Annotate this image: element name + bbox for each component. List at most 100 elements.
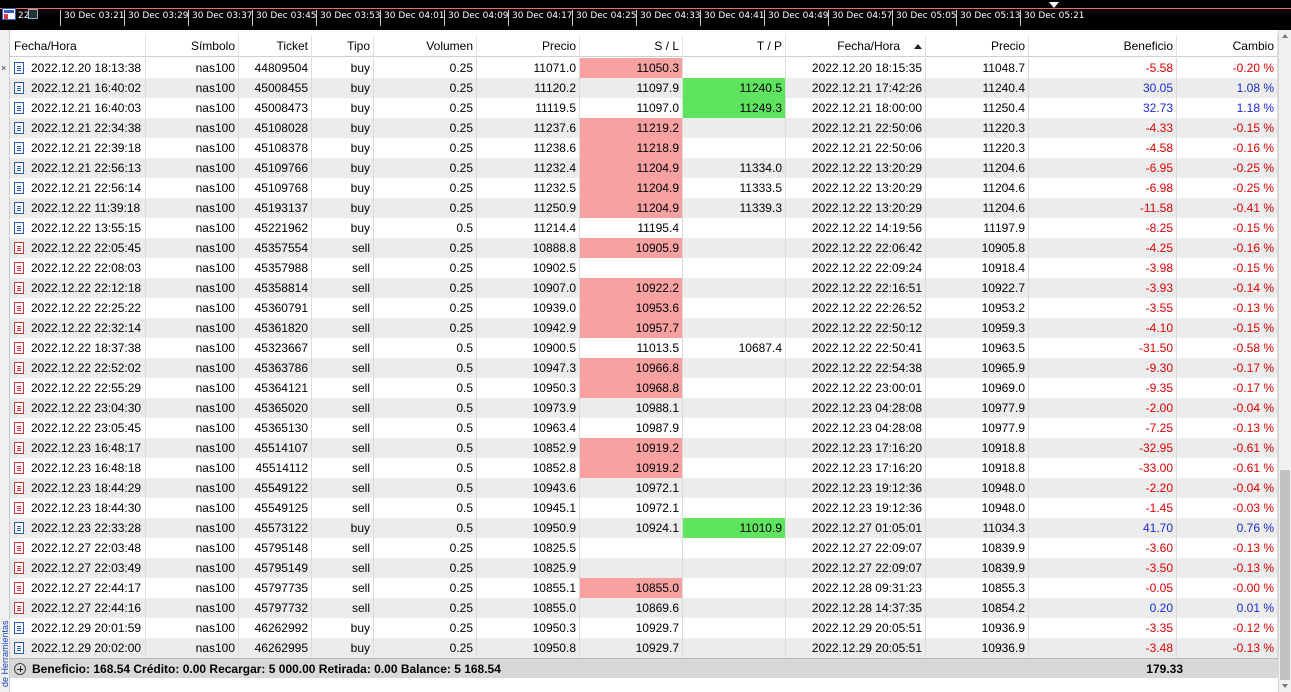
cell-volume: 0.5: [374, 478, 477, 498]
cell-open-price: 11214.4: [477, 218, 580, 238]
cell-profit: -3.55: [1029, 298, 1177, 318]
summary-total-profit: 179.33: [1146, 661, 1183, 676]
cell-close-price: 11250.4: [926, 98, 1029, 118]
open-time-text: 2022.12.21 22:34:38: [31, 121, 142, 135]
table-row[interactable]: 2022.12.20 18:13:38 nas100 44809504 buy 0.25…: [10, 58, 1278, 78]
column-header-type[interactable]: Tipo: [312, 35, 374, 56]
table-row[interactable]: 2022.12.29 20:02:00 nas100 46262995 buy 0.25…: [10, 638, 1278, 658]
table-row[interactable]: 2022.12.27 22:03:49 nas100 45795149 sell 0.2…: [10, 558, 1278, 578]
column-header-open-time[interactable]: Fecha/Hora: [10, 35, 146, 56]
cell-close-price: 10977.9: [926, 418, 1029, 438]
chart-shift-marker-icon[interactable]: [1049, 2, 1059, 8]
cell-volume: 0.5: [374, 418, 477, 438]
cell-profit: -33.00: [1029, 458, 1177, 478]
column-header-close-price[interactable]: Precio: [926, 35, 1029, 56]
cell-type: sell: [312, 278, 374, 298]
table-row[interactable]: 2022.12.22 22:52:02 nas100 45363786 sell 0.5…: [10, 358, 1278, 378]
column-header-change[interactable]: Cambio: [1177, 35, 1278, 56]
cell-open-time: 2022.12.21 16:40:02: [10, 78, 146, 98]
order-document-icon: [14, 542, 24, 554]
table-row[interactable]: 2022.12.23 22:33:28 nas100 45573122 buy 0.5 1…: [10, 518, 1278, 538]
open-time-text: 2022.12.27 22:44:17: [31, 581, 142, 595]
cell-close-time: 2022.12.22 22:54:38: [786, 358, 926, 378]
cell-close-time: 2022.12.22 22:06:42: [786, 238, 926, 258]
table-row[interactable]: 2022.12.27 22:44:16 nas100 45797732 sell 0.2…: [10, 598, 1278, 618]
cell-ticket: 45358814: [239, 278, 312, 298]
table-row[interactable]: 2022.12.23 18:44:30 nas100 45549125 sell 0.5…: [10, 498, 1278, 518]
scroll-down-arrow-icon[interactable]: [1282, 684, 1288, 688]
expand-plus-icon[interactable]: [14, 662, 26, 675]
table-row[interactable]: 2022.12.22 22:32:14 nas100 45361820 sell 0.2…: [10, 318, 1278, 338]
toolbox-side-tab[interactable]: × de Herramientas: [0, 30, 10, 692]
cell-close-price: 10839.9: [926, 538, 1029, 558]
cell-open-price: 10900.5: [477, 338, 580, 358]
cell-open-price: 10852.8: [477, 458, 580, 478]
table-row[interactable]: 2022.12.23 18:44:29 nas100 45549122 sell 0.5…: [10, 478, 1278, 498]
open-time-text: 2022.12.22 22:52:02: [31, 361, 142, 375]
close-icon[interactable]: ×: [1, 64, 6, 73]
table-row[interactable]: 2022.12.22 22:25:22 nas100 45360791 sell 0.2…: [10, 298, 1278, 318]
cell-close-time: 2022.12.27 22:09:07: [786, 538, 926, 558]
table-row[interactable]: 2022.12.21 16:40:03 nas100 45008473 buy 0.25…: [10, 98, 1278, 118]
open-time-text: 2022.12.22 11:39:18: [31, 201, 141, 215]
cell-type: sell: [312, 598, 374, 618]
table-row[interactable]: 2022.12.21 22:56:14 nas100 45109768 buy 0.25…: [10, 178, 1278, 198]
table-row[interactable]: 2022.12.22 23:05:45 nas100 45365130 sell 0.5…: [10, 418, 1278, 438]
cell-type: buy: [312, 518, 374, 538]
table-row[interactable]: 2022.12.21 22:34:38 nas100 45108028 buy 0.25…: [10, 118, 1278, 138]
table-row[interactable]: 2022.12.23 16:48:18 nas100 45514112 sell 0.5…: [10, 458, 1278, 478]
table-row[interactable]: 2022.12.27 22:44:17 nas100 45797735 sell 0.2…: [10, 578, 1278, 598]
scrollbar-thumb[interactable]: [1280, 470, 1290, 680]
scroll-up-arrow-icon[interactable]: [1282, 34, 1288, 38]
column-header-tp[interactable]: T / P: [683, 35, 786, 56]
cell-open-price: 11238.6: [477, 138, 580, 158]
table-row[interactable]: 2022.12.22 23:04:30 nas100 45365020 sell 0.5…: [10, 398, 1278, 418]
cell-symbol: nas100: [146, 258, 239, 278]
table-row[interactable]: 2022.12.21 22:56:13 nas100 45109766 buy 0.25…: [10, 158, 1278, 178]
cell-ticket: 45514112: [239, 458, 312, 478]
cell-profit: -3.48: [1029, 638, 1177, 658]
cell-close-price: 11204.6: [926, 178, 1029, 198]
column-header-symbol[interactable]: Símbolo: [146, 35, 239, 56]
table-row[interactable]: 2022.12.27 22:03:48 nas100 45795148 sell 0.2…: [10, 538, 1278, 558]
table-row[interactable]: 2022.12.22 22:08:03 nas100 45357988 sell 0.2…: [10, 258, 1278, 278]
column-header-ticket[interactable]: Ticket: [239, 35, 312, 56]
open-time-text: 2022.12.22 23:04:30: [31, 401, 142, 415]
table-row[interactable]: 2022.12.22 13:55:15 nas100 45221962 buy 0.5 1…: [10, 218, 1278, 238]
cell-volume: 0.5: [374, 498, 477, 518]
cell-open-time: 2022.12.21 22:39:18: [10, 138, 146, 158]
table-row[interactable]: 2022.12.23 16:48:17 nas100 45514107 sell 0.5…: [10, 438, 1278, 458]
table-row[interactable]: 2022.12.21 16:40:02 nas100 45008455 buy 0.25…: [10, 78, 1278, 98]
cell-change: -0.16 %: [1177, 138, 1278, 158]
cell-close-price: 11048.7: [926, 58, 1029, 78]
cell-type: sell: [312, 498, 374, 518]
table-row[interactable]: 2022.12.22 22:12:18 nas100 45358814 sell 0.2…: [10, 278, 1278, 298]
column-header-sl[interactable]: S / L: [580, 35, 683, 56]
timeline-tick-label: 30 Dec 04:25: [572, 10, 637, 26]
cell-type: buy: [312, 138, 374, 158]
cell-open-time: 2022.12.22 13:55:15: [10, 218, 146, 238]
cell-ticket: 45365130: [239, 418, 312, 438]
cell-sl: 10855.0: [580, 578, 683, 598]
column-header-volume[interactable]: Volumen: [374, 35, 477, 56]
cell-tp: [683, 118, 786, 138]
cell-change: 0.01 %: [1177, 598, 1278, 618]
cell-volume: 0.25: [374, 138, 477, 158]
table-row[interactable]: 2022.12.22 11:39:18 nas100 45193137 buy 0.25…: [10, 198, 1278, 218]
cell-volume: 0.25: [374, 58, 477, 78]
cell-close-price: 11240.4: [926, 78, 1029, 98]
timeline-tick-label: 30 Dec 03:29: [124, 10, 189, 26]
table-row[interactable]: 2022.12.21 22:39:18 nas100 45108378 buy 0.25…: [10, 138, 1278, 158]
table-row[interactable]: 2022.12.22 22:55:29 nas100 45364121 sell 0.5…: [10, 378, 1278, 398]
cell-tp: [683, 358, 786, 378]
open-time-text: 2022.12.21 22:56:13: [31, 161, 142, 175]
column-header-close-time[interactable]: Fecha/Hora: [786, 35, 926, 56]
column-header-profit[interactable]: Beneficio: [1029, 35, 1177, 56]
column-header-open-price[interactable]: Precio: [477, 35, 580, 56]
vertical-scrollbar[interactable]: [1278, 30, 1291, 692]
table-row[interactable]: 2022.12.22 22:05:45 nas100 45357554 sell 0.2…: [10, 238, 1278, 258]
table-row[interactable]: 2022.12.29 20:01:59 nas100 46262992 buy 0.25…: [10, 618, 1278, 638]
cell-change: -0.25 %: [1177, 158, 1278, 178]
table-row[interactable]: 2022.12.22 18:37:38 nas100 45323667 sell 0.5…: [10, 338, 1278, 358]
cell-ticket: 45221962: [239, 218, 312, 238]
